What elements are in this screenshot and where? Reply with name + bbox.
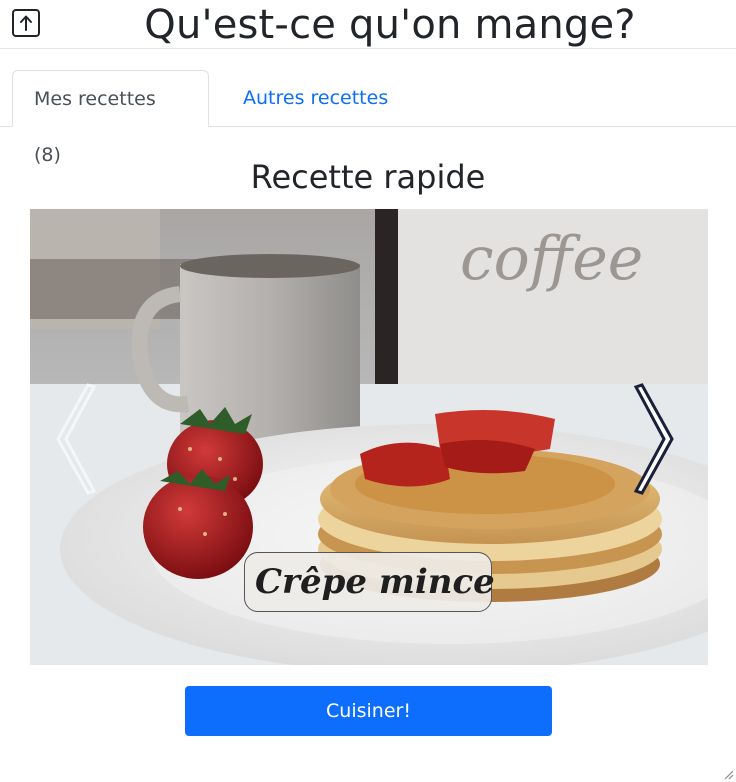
- tab-other-recipes[interactable]: Autres recettes: [222, 70, 409, 125]
- app-title: Qu'est-ce qu'on mange?: [144, 2, 636, 48]
- recipe-caption: Crêpe mince: [244, 552, 495, 612]
- recipe-carousel[interactable]: coffee Crêpe mince: [30, 209, 708, 665]
- app-header: Qu'est-ce qu'on mange?: [0, 0, 736, 49]
- svg-text:coffee: coffee: [460, 224, 643, 294]
- carousel-next-button[interactable]: [630, 379, 680, 499]
- resize-grip-icon[interactable]: [721, 767, 734, 780]
- tab-my-recipes[interactable]: Mes recettes (8): [12, 70, 209, 166]
- chevron-left-icon: [56, 383, 97, 495]
- chevron-right-icon: [633, 383, 674, 495]
- carousel-prev-button[interactable]: [50, 379, 100, 499]
- cook-button[interactable]: Cuisiner!: [185, 686, 552, 736]
- section-title: Recette rapide: [250, 158, 486, 196]
- recipe-tabs: Mes recettes (8) Autres recettes: [0, 70, 736, 166]
